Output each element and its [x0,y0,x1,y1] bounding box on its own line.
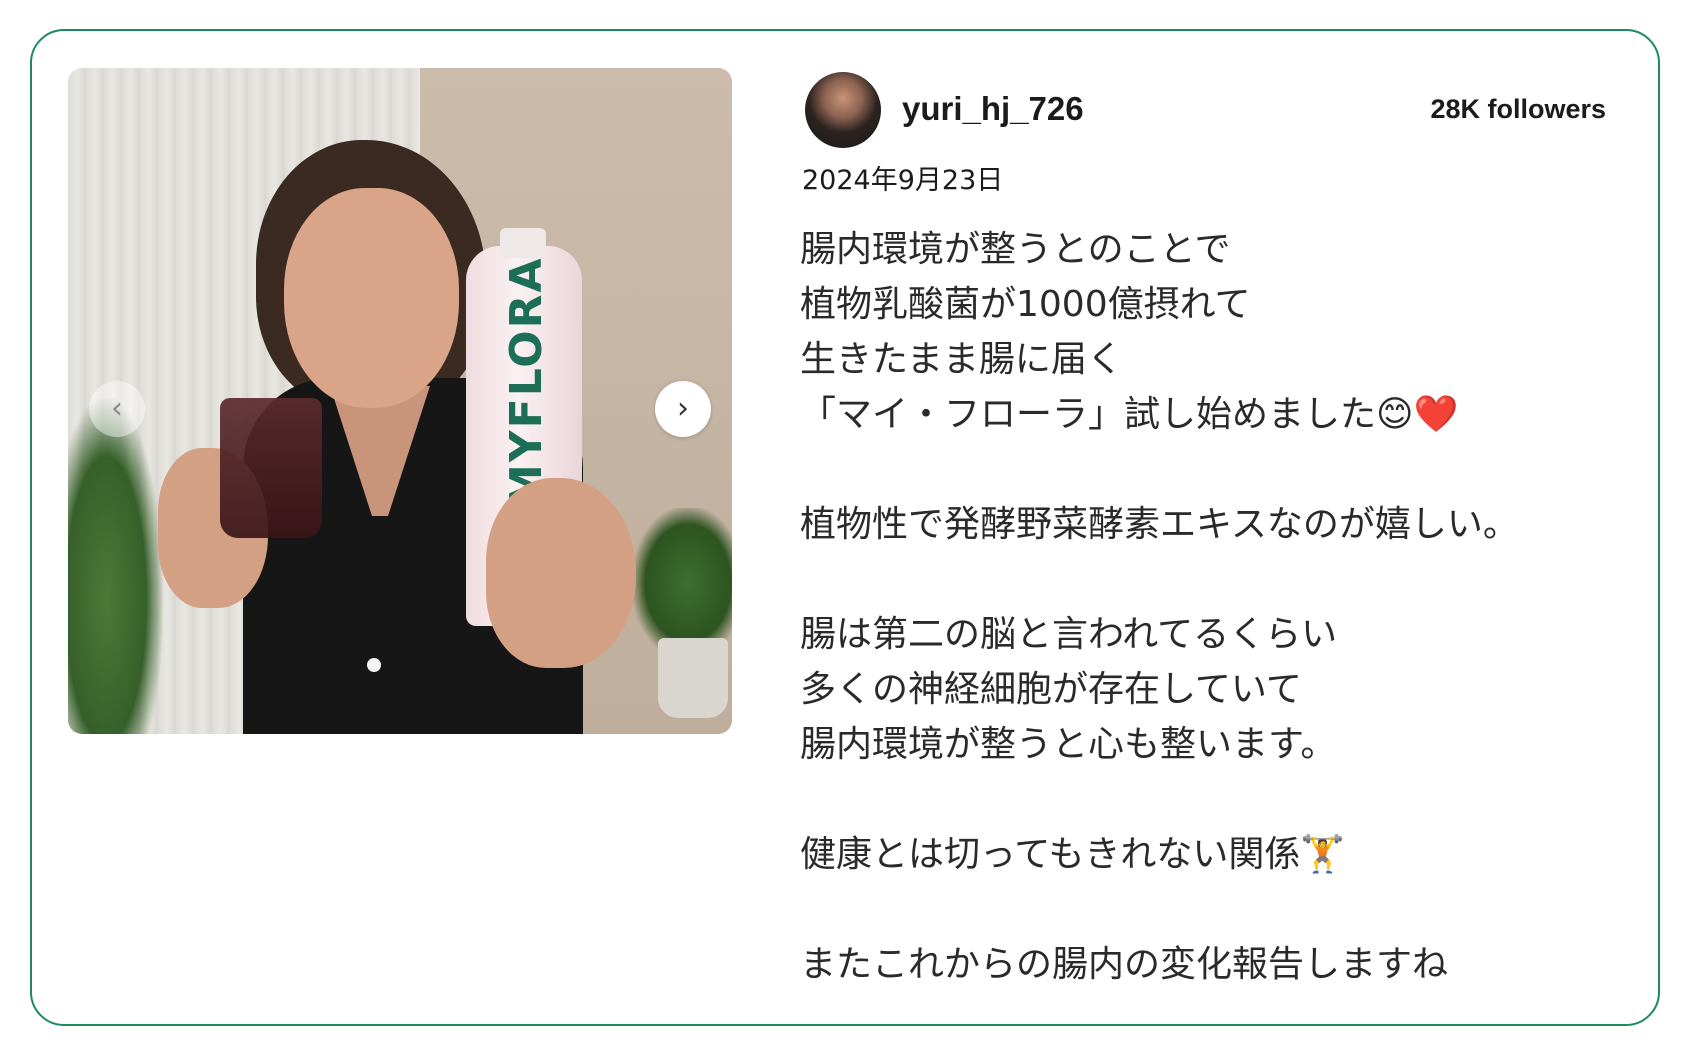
chevron-left-icon: ‹ [111,391,123,426]
photo-zipper [367,658,381,672]
photo-person-face [284,188,459,408]
carousel-next-button[interactable]: › [655,381,711,437]
follower-count: 28K followers [1430,94,1606,124]
caption-line: 腸は第二の脳と言われてるくらい [800,614,1338,655]
carousel-prev-button[interactable]: ‹ [89,381,145,437]
caption-line [800,772,1620,827]
caption-line: 「マイ・フローラ」試し始めました😊❤️ [800,394,1459,435]
post-date: 2024年9月23日 [802,165,1004,196]
caption-line [800,442,1620,497]
caption-line: 生きたまま腸に届く [800,339,1123,380]
caption-line: 植物乳酸菌が1000億摂れて [800,284,1251,325]
caption-line: 健康とは切ってもきれない関係🏋️ [800,834,1346,875]
caption-line: 多くの神経細胞が存在していて [800,669,1302,710]
photo-plant-right [633,508,732,658]
caption-line: 腸内環境が整うと心も整います。 [800,724,1337,765]
photo-right-hand [486,478,636,668]
photo-pot [658,638,728,718]
photo-bottle-cap [500,228,546,258]
photo-glass [220,398,322,538]
caption-line: またこれからの腸内の変化報告しますね [800,944,1449,985]
username[interactable]: yuri_hj_726 [902,90,1084,128]
photo-plant-left [68,398,163,734]
avatar[interactable] [805,72,881,148]
chevron-right-icon: › [677,391,689,426]
caption-line [800,882,1620,937]
caption-line [800,552,1620,607]
caption-line: 植物性で発酵野菜酵素エキスなのが嬉しい。 [800,504,1519,545]
caption-line: 腸内環境が整うとのことで [800,229,1231,270]
post-caption: 腸内環境が整うとのことで 植物乳酸菌が1000億摂れて 生きたまま腸に届く 「マ… [800,222,1620,992]
post-image-carousel[interactable]: MYFLORA [68,68,732,734]
